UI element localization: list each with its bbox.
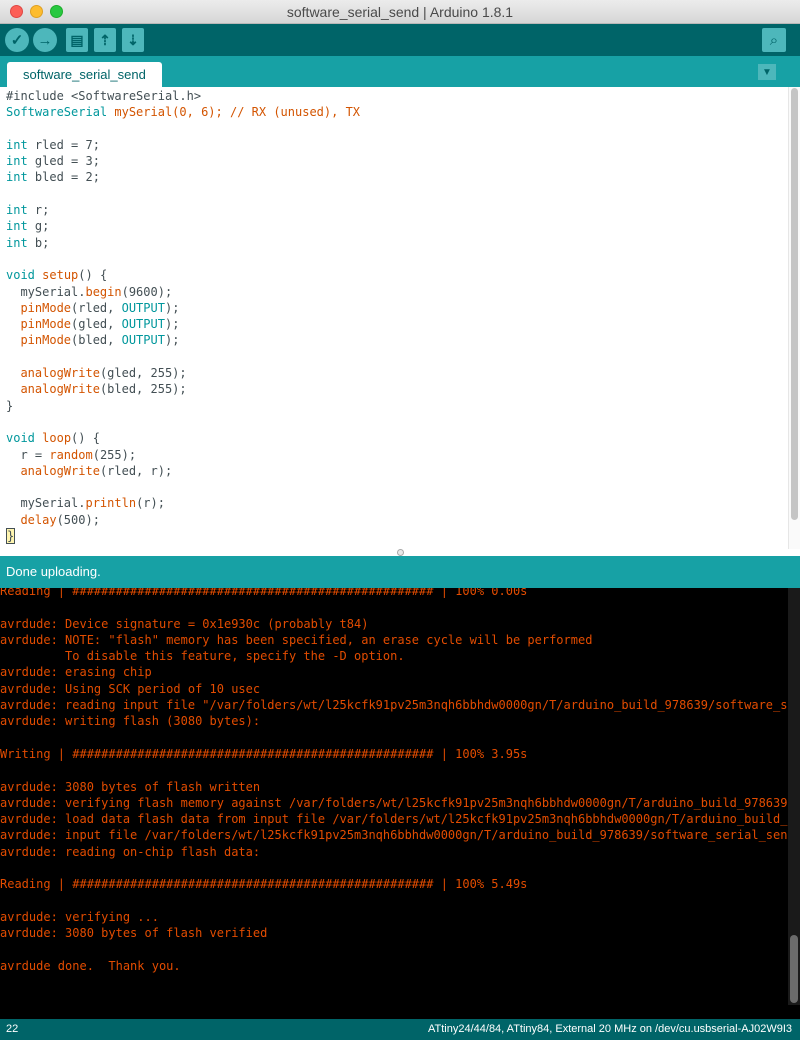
- console-scroll-thumb[interactable]: [790, 935, 798, 1003]
- console-line: avrdude: Using SCK period of 10 usec: [0, 681, 261, 696]
- console-line: avrdude: reading on-chip flash data:: [0, 844, 261, 859]
- checkmark-icon: ✓: [10, 32, 24, 49]
- console-line: avrdude done. Thank you.: [0, 958, 181, 973]
- save-sketch-button[interactable]: ⇣: [122, 28, 144, 52]
- console-line: avrdude: erasing chip: [0, 665, 152, 680]
- code-line: int b;: [6, 235, 50, 250]
- tab-bar: software_serial_send ▼: [0, 56, 800, 87]
- code-line: void setup() {: [6, 268, 108, 283]
- open-sketch-button[interactable]: ⇡: [94, 28, 116, 52]
- new-file-icon: ▤: [70, 31, 84, 48]
- console-line: Reading | ##############################…: [0, 588, 528, 598]
- toolbar: ✓ → ▤ ⇡ ⇣ ⌕: [0, 24, 800, 56]
- code-line: SoftwareSerial mySerial(0, 6); // RX (un…: [6, 105, 361, 120]
- title-bar: software_serial_send | Arduino 1.8.1: [0, 0, 800, 24]
- console-line: avrdude: verifying ...: [0, 909, 159, 924]
- console-horizontal-scroll-area[interactable]: [0, 1005, 800, 1019]
- console-line: avrdude: NOTE: "flash" memory has been s…: [0, 632, 593, 647]
- tab-software-serial-send[interactable]: software_serial_send: [7, 62, 162, 87]
- code-line: analogWrite(rled, r);: [20, 463, 173, 478]
- status-bar: Done uploading.: [0, 556, 800, 588]
- console-line: Writing | ##############################…: [0, 746, 528, 761]
- console-text: Reading | ##############################…: [0, 588, 788, 974]
- code-line: #include <SoftwareSerial.h>: [6, 89, 202, 103]
- code-line: int bled = 2;: [6, 170, 100, 185]
- code-line: analogWrite(gled, 255);: [20, 366, 187, 381]
- code-line: analogWrite(bled, 255);: [20, 382, 187, 397]
- console-line: Reading | ##############################…: [0, 877, 528, 892]
- console-line: avrdude: Device signature = 0x1e930c (pr…: [0, 616, 369, 631]
- console-line: avrdude: 3080 bytes of flash written: [0, 779, 261, 794]
- drag-handle-icon[interactable]: [397, 549, 404, 556]
- code-line: r = random(255);: [6, 447, 137, 462]
- code-line: pinMode(rled, OUTPUT);: [20, 300, 180, 315]
- code-line: mySerial.begin(9600);: [6, 284, 173, 299]
- console-line: avrdude: load data flash data from input…: [0, 812, 788, 827]
- new-sketch-button[interactable]: ▤: [66, 28, 88, 52]
- line-number: 22: [6, 1023, 19, 1035]
- console-output[interactable]: Reading | ##############################…: [0, 588, 788, 1005]
- console-line: avrdude: verifying flash memory against …: [0, 795, 788, 810]
- magnifier-icon: ⌕: [769, 31, 779, 49]
- open-arrow-up-icon: ⇡: [99, 31, 111, 48]
- console-line: avrdude: reading input file "/var/folder…: [0, 698, 788, 713]
- code-line: mySerial.println(r);: [6, 496, 165, 511]
- save-arrow-down-icon: ⇣: [127, 31, 139, 48]
- code-line: pinMode(gled, OUTPUT);: [20, 317, 180, 332]
- code-line: int g;: [6, 219, 50, 234]
- verify-button[interactable]: ✓: [5, 28, 29, 52]
- code-text: #include <SoftwareSerial.h> SoftwareSeri…: [6, 88, 361, 545]
- code-line: int gled = 3;: [6, 154, 100, 169]
- console-line: To disable this feature, specify the -D …: [0, 649, 405, 664]
- code-line: pinMode(bled, OUTPUT);: [20, 333, 180, 348]
- console-line: avrdude: writing flash (3080 bytes):: [0, 714, 261, 729]
- board-info: ATtiny24/44/84, ATtiny84, External 20 MH…: [428, 1023, 792, 1035]
- console-line: avrdude: 3080 bytes of flash verified: [0, 926, 268, 941]
- code-line: void loop() {: [6, 431, 100, 446]
- split-divider[interactable]: [0, 549, 800, 556]
- footer-bar: 22 ATtiny24/44/84, ATtiny84, External 20…: [0, 1019, 800, 1040]
- code-line: }: [6, 398, 14, 413]
- serial-monitor-button[interactable]: ⌕: [762, 28, 786, 52]
- code-line: int rled = 7;: [6, 137, 100, 152]
- code-line-cursor: }: [6, 528, 16, 545]
- upload-button[interactable]: →: [33, 28, 57, 52]
- window-title: software_serial_send | Arduino 1.8.1: [286, 4, 514, 20]
- tab-menu-button[interactable]: ▼: [758, 64, 776, 80]
- code-line: int r;: [6, 203, 50, 218]
- chevron-down-icon: ▼: [762, 66, 772, 78]
- code-editor[interactable]: #include <SoftwareSerial.h> SoftwareSeri…: [0, 87, 788, 549]
- editor-scroll-thumb[interactable]: [791, 88, 798, 520]
- console-line: avrdude: input file /var/folders/wt/l25k…: [0, 828, 788, 843]
- arrow-right-icon: →: [37, 31, 53, 49]
- code-line: delay(500);: [20, 512, 100, 527]
